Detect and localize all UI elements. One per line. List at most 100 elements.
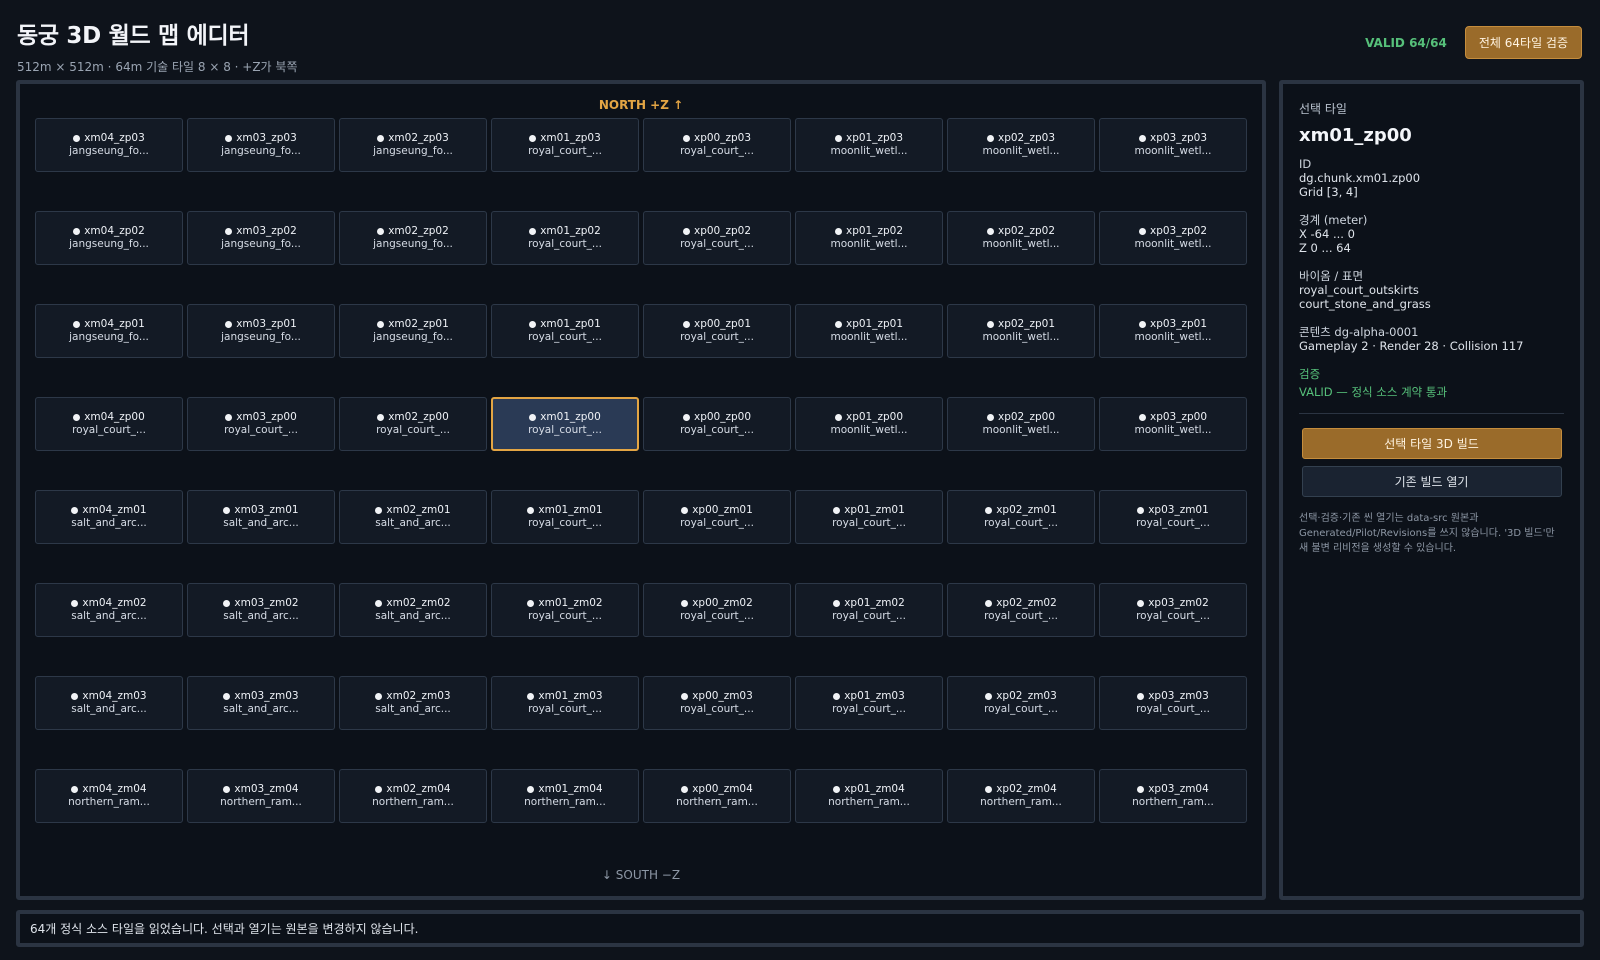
map-tile[interactable]: xp00_zm03 royal_court_... bbox=[643, 676, 791, 730]
map-tile[interactable]: xm01_zm04 northern_ram... bbox=[491, 769, 639, 823]
map-tile[interactable]: xp01_zp02 moonlit_wetl... bbox=[795, 211, 943, 265]
map-tile[interactable]: xp02_zm01 royal_court_... bbox=[947, 490, 1095, 544]
tile-status-dot-icon bbox=[527, 507, 535, 514]
map-tile[interactable]: xp03_zp03 moonlit_wetl... bbox=[1099, 118, 1247, 172]
tile-biome: salt_and_arc... bbox=[223, 517, 299, 529]
map-tile[interactable]: xm04_zm03 salt_and_arc... bbox=[35, 676, 183, 730]
map-tile[interactable]: xp03_zm04 northern_ram... bbox=[1099, 769, 1247, 823]
selected-tile-title: xm01_zp00 bbox=[1299, 125, 1412, 146]
map-tile[interactable]: xm04_zp03 jangseung_fo... bbox=[35, 118, 183, 172]
tile-id: xp03_zm03 bbox=[1148, 690, 1209, 702]
header-actions: VALID 64/64 전체 64타일 검증 bbox=[1365, 26, 1582, 59]
map-tile[interactable]: xp03_zm01 royal_court_... bbox=[1099, 490, 1247, 544]
map-tile[interactable]: xp02_zp01 moonlit_wetl... bbox=[947, 304, 1095, 358]
map-tile[interactable]: xp00_zp02 royal_court_... bbox=[643, 211, 791, 265]
map-tile[interactable]: xm02_zm02 salt_and_arc... bbox=[339, 583, 487, 637]
map-tile[interactable]: xp01_zp03 moonlit_wetl... bbox=[795, 118, 943, 172]
map-tile[interactable]: xm03_zp01 jangseung_fo... bbox=[187, 304, 335, 358]
tile-id: xp02_zm03 bbox=[996, 690, 1057, 702]
map-tile[interactable]: xp03_zp01 moonlit_wetl... bbox=[1099, 304, 1247, 358]
map-tile[interactable]: xp01_zm03 royal_court_... bbox=[795, 676, 943, 730]
tile-id: xp03_zp01 bbox=[1149, 318, 1208, 330]
map-tile[interactable]: xp03_zp00 moonlit_wetl... bbox=[1099, 397, 1247, 451]
open-existing-build-button[interactable]: 기존 빌드 열기 bbox=[1301, 466, 1562, 497]
tile-biome: royal_court_... bbox=[1136, 517, 1210, 529]
tile-id-line: xm03_zp02 bbox=[225, 225, 297, 238]
map-tile[interactable]: xp01_zm04 northern_ram... bbox=[795, 769, 943, 823]
tile-id: xm01_zm03 bbox=[538, 690, 603, 702]
map-tile[interactable]: xm03_zp00 royal_court_... bbox=[187, 397, 335, 451]
map-tile[interactable]: xm04_zp00 royal_court_... bbox=[35, 397, 183, 451]
map-tile[interactable]: xp03_zm02 royal_court_... bbox=[1099, 583, 1247, 637]
map-tile[interactable]: xm04_zp02 jangseung_fo... bbox=[35, 211, 183, 265]
status-message: 64개 정식 소스 타일을 읽었습니다. 선택과 열기는 원본을 변경하지 않습… bbox=[30, 922, 419, 936]
validate-all-tiles-button[interactable]: 전체 64타일 검증 bbox=[1464, 26, 1582, 59]
map-tile[interactable]: xp02_zm03 royal_court_... bbox=[947, 676, 1095, 730]
map-tile[interactable]: xp01_zp01 moonlit_wetl... bbox=[795, 304, 943, 358]
map-tile[interactable]: xm03_zm01 salt_and_arc... bbox=[187, 490, 335, 544]
map-tile[interactable]: xp00_zm01 royal_court_... bbox=[643, 490, 791, 544]
map-tile[interactable]: xm03_zm04 northern_ram... bbox=[187, 769, 335, 823]
surface-value: court_stone_and_grass bbox=[1299, 297, 1431, 311]
map-tile[interactable]: xm02_zp00 royal_court_... bbox=[339, 397, 487, 451]
tile-id-line: xp02_zm03 bbox=[985, 690, 1057, 703]
map-tile[interactable]: xp02_zm02 royal_court_... bbox=[947, 583, 1095, 637]
tile-status-dot-icon bbox=[71, 600, 79, 607]
map-tile[interactable]: xm03_zp03 jangseung_fo... bbox=[187, 118, 335, 172]
build-selected-tile-button[interactable]: 선택 타일 3D 빌드 bbox=[1301, 428, 1562, 459]
map-tile[interactable]: xp01_zm01 royal_court_... bbox=[795, 490, 943, 544]
tile-status-dot-icon bbox=[529, 135, 537, 142]
map-tile[interactable]: xm03_zp02 jangseung_fo... bbox=[187, 211, 335, 265]
tile-id-line: xp01_zm01 bbox=[833, 504, 905, 517]
validation-status-badge: VALID 64/64 bbox=[1365, 35, 1447, 50]
map-tile[interactable]: xm02_zp01 jangseung_fo... bbox=[339, 304, 487, 358]
tile-id: xm04_zp03 bbox=[84, 132, 145, 144]
tile-id: xm03_zp00 bbox=[236, 411, 297, 423]
map-tile[interactable]: xm01_zm03 royal_court_... bbox=[491, 676, 639, 730]
map-tile[interactable]: xp00_zm04 northern_ram... bbox=[643, 769, 791, 823]
tile-id-line: xp01_zm04 bbox=[833, 783, 905, 796]
map-tile[interactable]: xp01_zm02 royal_court_... bbox=[795, 583, 943, 637]
tile-status-dot-icon bbox=[682, 135, 690, 142]
map-tile[interactable]: xp03_zm03 royal_court_... bbox=[1099, 676, 1247, 730]
map-tile[interactable]: xm02_zp03 jangseung_fo... bbox=[339, 118, 487, 172]
map-tile[interactable]: xp01_zp00 moonlit_wetl... bbox=[795, 397, 943, 451]
map-tile[interactable]: xm02_zm04 northern_ram... bbox=[339, 769, 487, 823]
map-tile[interactable]: xm01_zp01 royal_court_... bbox=[491, 304, 639, 358]
map-tile[interactable]: xm02_zm03 salt_and_arc... bbox=[339, 676, 487, 730]
map-tile[interactable]: xm04_zm02 salt_and_arc... bbox=[35, 583, 183, 637]
map-tile[interactable]: xp02_zp03 moonlit_wetl... bbox=[947, 118, 1095, 172]
map-tile[interactable]: xp03_zp02 moonlit_wetl... bbox=[1099, 211, 1247, 265]
map-tile[interactable]: xm01_zm02 royal_court_... bbox=[491, 583, 639, 637]
tile-id-line: xm02_zp01 bbox=[377, 318, 449, 331]
map-tile[interactable]: xm01_zp02 royal_court_... bbox=[491, 211, 639, 265]
map-tile[interactable]: xp02_zp00 moonlit_wetl... bbox=[947, 397, 1095, 451]
map-tile[interactable]: xm02_zm01 salt_and_arc... bbox=[339, 490, 487, 544]
map-tile[interactable]: xm04_zm01 salt_and_arc... bbox=[35, 490, 183, 544]
map-tile[interactable]: xp00_zp01 royal_court_... bbox=[643, 304, 791, 358]
tile-id-line: xp00_zm03 bbox=[681, 690, 753, 703]
map-tile[interactable]: xp00_zm02 royal_court_... bbox=[643, 583, 791, 637]
map-tile[interactable]: xm01_zm01 royal_court_... bbox=[491, 490, 639, 544]
map-tile[interactable]: xp00_zp00 royal_court_... bbox=[643, 397, 791, 451]
tile-biome: royal_court_... bbox=[832, 703, 906, 715]
map-tile[interactable]: xp02_zp02 moonlit_wetl... bbox=[947, 211, 1095, 265]
map-tile[interactable]: xp02_zm04 northern_ram... bbox=[947, 769, 1095, 823]
map-tile[interactable]: xm04_zm04 northern_ram... bbox=[35, 769, 183, 823]
tile-status-dot-icon bbox=[1138, 228, 1146, 235]
map-tile[interactable]: xm01_zp00 royal_court_... bbox=[491, 397, 639, 451]
north-compass-label: NORTH +Z ↑ bbox=[598, 98, 684, 112]
tile-biome: northern_ram... bbox=[828, 796, 910, 808]
map-tile[interactable]: xm04_zp01 jangseung_fo... bbox=[35, 304, 183, 358]
tile-status-dot-icon bbox=[986, 414, 994, 421]
map-tile[interactable]: xp00_zp03 royal_court_... bbox=[643, 118, 791, 172]
tile-status-dot-icon bbox=[681, 507, 689, 514]
map-tile[interactable]: xm03_zm02 salt_and_arc... bbox=[187, 583, 335, 637]
map-tile[interactable]: xm03_zm03 salt_and_arc... bbox=[187, 676, 335, 730]
tile-biome: jangseung_fo... bbox=[221, 331, 301, 343]
map-tile[interactable]: xm01_zp03 royal_court_... bbox=[491, 118, 639, 172]
biome-value: royal_court_outskirts bbox=[1299, 283, 1419, 297]
tile-biome: moonlit_wetl... bbox=[982, 145, 1060, 157]
tile-id: xp03_zm01 bbox=[1148, 504, 1209, 516]
map-tile[interactable]: xm02_zp02 jangseung_fo... bbox=[339, 211, 487, 265]
